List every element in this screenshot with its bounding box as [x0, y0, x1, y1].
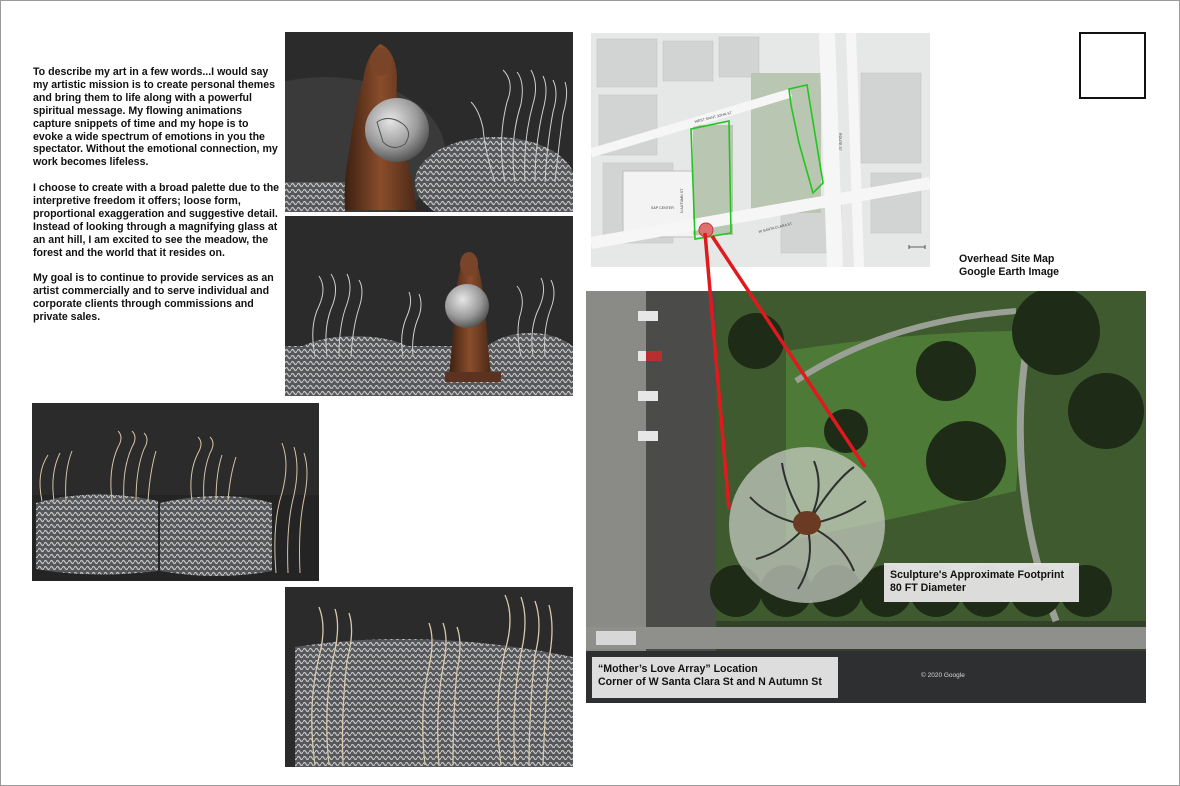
artist-statement: To describe my art in a few words...I wo… — [33, 66, 281, 337]
site-map-caption-source: Google Earth Image — [959, 266, 1060, 278]
statement-paragraph-3: My goal is to continue to provide servic… — [33, 272, 274, 324]
location-address: Corner of W Santa Clara St and N Autumn … — [598, 675, 822, 688]
aerial-location-photo: © 2020 Google — [586, 291, 1146, 703]
imagery-copyright: © 2020 Google — [921, 671, 965, 679]
sculpture-render-array-closeup — [285, 587, 573, 767]
location-title: “Mother’s Love Array” Location — [598, 663, 758, 675]
sculpture-render-full-figure — [285, 216, 573, 396]
overhead-site-map: WEST SAINT JOHN ST N AUTUMN ST W SANTA C… — [591, 33, 930, 267]
site-map-caption-title: Overhead Site Map — [959, 253, 1055, 265]
statement-paragraph-2: I choose to create with a broad palette … — [33, 182, 280, 259]
statement-paragraph-1: To describe my art in a few words...I wo… — [33, 66, 278, 169]
postage-stamp-box — [1079, 32, 1146, 99]
location-annotation: “Mother’s Love Array” Location Corner of… — [592, 657, 838, 698]
footprint-title: Sculpture's Approximate Footprint — [890, 569, 1064, 581]
map-street-label: N AUTUMN ST — [680, 188, 684, 213]
map-building-label: SAP CENTER — [651, 206, 674, 210]
footprint-diameter: 80 FT Diameter — [890, 581, 966, 594]
sculpture-render-array-row — [32, 403, 319, 581]
sculpture-render-globe-closeup — [285, 32, 573, 212]
map-street-label: ROUTE 87 — [838, 133, 842, 151]
footprint-annotation: Sculpture's Approximate Footprint 80 FT … — [884, 563, 1079, 602]
site-map-caption: Overhead Site Map Google Earth Image — [959, 253, 1059, 279]
